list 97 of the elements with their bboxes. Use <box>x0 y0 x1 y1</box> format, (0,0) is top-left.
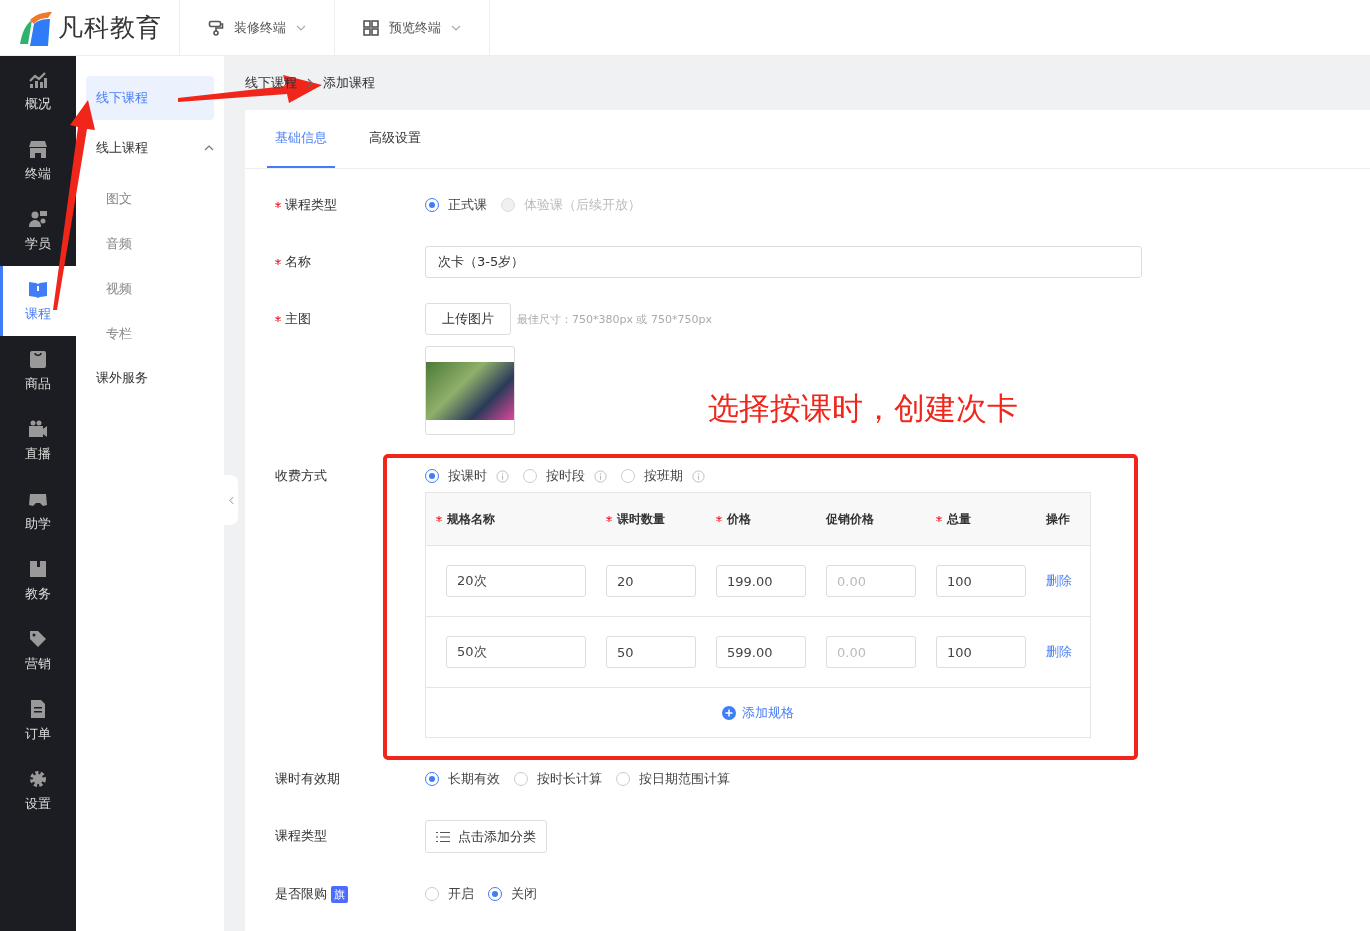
radio-button[interactable] <box>488 887 502 901</box>
radio-option[interactable]: 关闭 <box>488 885 537 903</box>
tag-icon <box>28 629 48 649</box>
radio-button[interactable] <box>425 469 439 483</box>
collapse-handle[interactable] <box>224 475 238 525</box>
image-thumbnail[interactable] <box>425 346 515 435</box>
column-header: 总量 <box>947 510 971 528</box>
hours-field[interactable]: 50 <box>606 636 696 668</box>
submenu-child-item[interactable]: 图文 <box>76 176 224 221</box>
delete-link[interactable]: 删除 <box>1046 643 1090 661</box>
submenu-child-item[interactable]: 专栏 <box>76 311 224 356</box>
nav-item[interactable]: 终端 <box>0 126 76 196</box>
chevron-down-icon <box>296 24 306 31</box>
column-header: 课时数量 <box>617 510 665 528</box>
chevron-left-icon <box>228 495 234 505</box>
column-header: 规格名称 <box>447 510 495 528</box>
chart-icon <box>28 69 48 89</box>
radio-option[interactable]: 按日期范围计算 <box>616 770 730 788</box>
submenu-child-item[interactable]: 视频 <box>76 266 224 311</box>
chevron-down-icon <box>451 24 461 31</box>
submenu-item[interactable]: 线上课程 <box>96 126 214 170</box>
radio-option[interactable]: 正式课 <box>425 196 487 214</box>
field-label: 课程类型 <box>285 196 337 214</box>
nav-item[interactable]: 助学 <box>0 476 76 546</box>
users-icon <box>28 209 48 229</box>
column-header: 操作 <box>1046 510 1070 528</box>
document-icon <box>28 699 48 719</box>
column-header: 价格 <box>727 510 751 528</box>
bag-icon <box>28 349 48 369</box>
size-hint: 最佳尺寸：750*380px 或 750*750px <box>517 311 712 327</box>
field-label: 名称 <box>285 253 311 271</box>
radio-option[interactable]: 按时段 <box>523 467 607 485</box>
field-label: 主图 <box>285 310 311 328</box>
top-menu-item[interactable]: 预览终端 <box>335 0 490 55</box>
name-input-field[interactable]: 次卡（3-5岁） <box>425 246 1142 278</box>
shop-icon <box>28 139 48 159</box>
add-spec-button[interactable]: 添加规格 <box>722 703 794 722</box>
price-field[interactable]: 599.00 <box>716 636 806 668</box>
gear-icon <box>28 769 48 789</box>
radio-option[interactable]: 按班期 <box>621 467 705 485</box>
submenu-item[interactable]: 课外服务 <box>96 356 214 400</box>
plus-icon <box>722 705 736 720</box>
total-field[interactable]: 100 <box>936 636 1026 668</box>
nav-item[interactable]: 营销 <box>0 616 76 686</box>
field-label: 课时有效期 <box>275 770 340 788</box>
info-icon <box>496 469 509 483</box>
radio-option[interactable]: 按时长计算 <box>514 770 602 788</box>
book-icon <box>28 279 48 299</box>
tab[interactable]: 基础信息 <box>267 110 335 168</box>
radio-button[interactable] <box>514 772 528 786</box>
promo-price-field[interactable]: 0.00 <box>826 636 916 668</box>
nav-item[interactable]: 商品 <box>0 336 76 406</box>
hours-field[interactable]: 20 <box>606 565 696 597</box>
nav-item[interactable]: 设置 <box>0 756 76 826</box>
list-icon <box>436 830 450 843</box>
breadcrumb-current: 添加课程 <box>323 74 375 92</box>
column-header: 促销价格 <box>826 510 874 528</box>
add-category-button[interactable]: 点击添加分类 <box>425 820 547 853</box>
qr-code-icon <box>363 19 379 36</box>
price-field[interactable]: 199.00 <box>716 565 806 597</box>
flagship-badge: 旗 <box>331 885 348 903</box>
nav-item[interactable]: 订单 <box>0 686 76 756</box>
radio-button[interactable] <box>616 772 630 786</box>
radio-button[interactable] <box>425 772 439 786</box>
radio-button[interactable] <box>523 469 537 483</box>
nav-item[interactable]: 概况 <box>0 56 76 126</box>
logo-icon <box>18 9 54 46</box>
radio-option[interactable]: 按课时 <box>425 467 509 485</box>
nav-item[interactable]: 教务 <box>0 546 76 616</box>
tab[interactable]: 高级设置 <box>361 110 429 168</box>
logo-text: 凡科教育 <box>58 12 162 44</box>
promo-price-field[interactable]: 0.00 <box>826 565 916 597</box>
info-icon <box>692 469 705 483</box>
submenu-child-item[interactable]: 音频 <box>76 221 224 266</box>
nav-item[interactable]: 课程 <box>0 266 76 336</box>
radio-button[interactable] <box>425 198 439 212</box>
paint-roller-icon <box>208 19 224 36</box>
radio-button[interactable] <box>425 887 439 901</box>
total-field[interactable]: 100 <box>936 565 1026 597</box>
radio-button[interactable] <box>621 469 635 483</box>
field-label: 收费方式 <box>275 467 327 485</box>
spec-name-field[interactable]: 50次 <box>446 636 586 668</box>
top-menu-item[interactable]: 装修终端 <box>180 0 335 55</box>
nav-item[interactable]: 直播 <box>0 406 76 476</box>
nav-item[interactable]: 学员 <box>0 196 76 266</box>
camera-icon <box>28 419 48 439</box>
field-label: 课程类型 <box>275 827 327 845</box>
spec-name-field[interactable]: 20次 <box>446 565 586 597</box>
annotation-text: 选择按课时，创建次卡 <box>708 389 1018 428</box>
box-icon <box>28 559 48 579</box>
radio-option[interactable]: 长期有效 <box>425 770 500 788</box>
radio-option[interactable]: 开启 <box>425 885 474 903</box>
delete-link[interactable]: 删除 <box>1046 572 1090 590</box>
field-label: 是否限购 <box>275 885 327 903</box>
upload-image-button[interactable]: 上传图片 <box>425 303 511 335</box>
breadcrumb-link[interactable]: 线下课程 <box>245 74 297 92</box>
info-icon <box>594 469 607 483</box>
